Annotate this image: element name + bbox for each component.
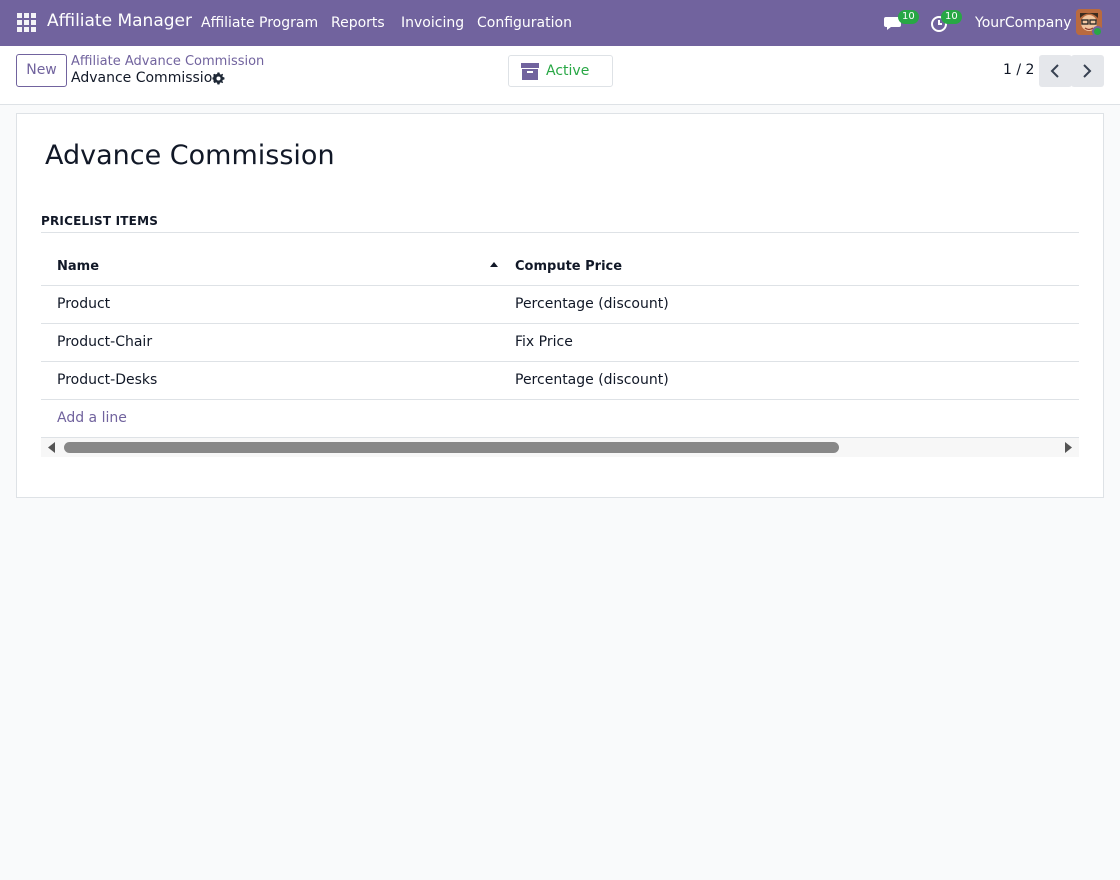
add-line-row: Add a line bbox=[41, 400, 1079, 438]
company-switcher[interactable]: YourCompany bbox=[975, 15, 1072, 31]
active-status-button[interactable]: Active bbox=[508, 55, 613, 87]
column-header-compute-price[interactable]: Compute Price bbox=[515, 259, 622, 274]
apps-menu-icon[interactable] bbox=[17, 13, 36, 32]
cell-compute-price: Fix Price bbox=[515, 334, 573, 350]
scroll-left-arrow-icon[interactable] bbox=[48, 442, 55, 453]
scroll-right-arrow-icon[interactable] bbox=[1065, 442, 1072, 453]
cell-name: Product-Desks bbox=[57, 372, 158, 388]
chevron-left-icon bbox=[1050, 64, 1059, 78]
add-line-link[interactable]: Add a line bbox=[57, 410, 127, 426]
pager-next-button[interactable] bbox=[1071, 55, 1104, 87]
status-label: Active bbox=[546, 63, 590, 79]
menu-reports[interactable]: Reports bbox=[331, 15, 385, 31]
cell-name: Product bbox=[57, 296, 111, 312]
table-row[interactable]: Product Percentage (discount) bbox=[41, 286, 1079, 324]
menu-affiliate-program[interactable]: Affiliate Program bbox=[201, 15, 318, 31]
new-button[interactable]: New bbox=[16, 54, 67, 87]
pager-previous-button[interactable] bbox=[1039, 55, 1072, 87]
form-sheet: Advance Commission PRICELIST ITEMS Name … bbox=[16, 113, 1104, 498]
section-divider bbox=[41, 232, 1079, 233]
section-title: PRICELIST ITEMS bbox=[41, 214, 159, 228]
messages-badge: 10 bbox=[898, 10, 919, 24]
online-status-dot bbox=[1092, 26, 1103, 37]
breadcrumb-parent[interactable]: Affiliate Advance Commission bbox=[71, 54, 264, 69]
record-title[interactable]: Advance Commission bbox=[45, 140, 335, 171]
menu-configuration[interactable]: Configuration bbox=[477, 15, 572, 31]
archive-icon bbox=[521, 63, 539, 80]
scrollbar-thumb[interactable] bbox=[64, 442, 839, 453]
top-navbar: Affiliate Manager Affiliate Program Repo… bbox=[0, 0, 1120, 46]
horizontal-scrollbar[interactable] bbox=[41, 438, 1079, 457]
breadcrumb-current: Advance Commission bbox=[71, 70, 222, 86]
table-row[interactable]: Product-Desks Percentage (discount) bbox=[41, 362, 1079, 400]
pager-value[interactable]: 1 / 2 bbox=[1003, 62, 1034, 78]
control-panel: New Affiliate Advance Commission Advance… bbox=[0, 46, 1120, 105]
gear-icon[interactable] bbox=[212, 72, 225, 85]
table-header: Name Compute Price bbox=[41, 247, 1079, 286]
activities-badge: 10 bbox=[941, 10, 962, 24]
chevron-right-icon bbox=[1083, 64, 1092, 78]
sort-ascending-icon[interactable] bbox=[490, 262, 498, 267]
column-header-name[interactable]: Name bbox=[57, 259, 99, 274]
menu-invoicing[interactable]: Invoicing bbox=[401, 15, 464, 31]
app-brand[interactable]: Affiliate Manager bbox=[47, 11, 192, 31]
pricelist-items-table: Name Compute Price Product Percentage (d… bbox=[41, 247, 1079, 457]
cell-name: Product-Chair bbox=[57, 334, 153, 350]
cell-compute-price: Percentage (discount) bbox=[515, 296, 669, 312]
cell-compute-price: Percentage (discount) bbox=[515, 372, 669, 388]
table-row[interactable]: Product-Chair Fix Price bbox=[41, 324, 1079, 362]
